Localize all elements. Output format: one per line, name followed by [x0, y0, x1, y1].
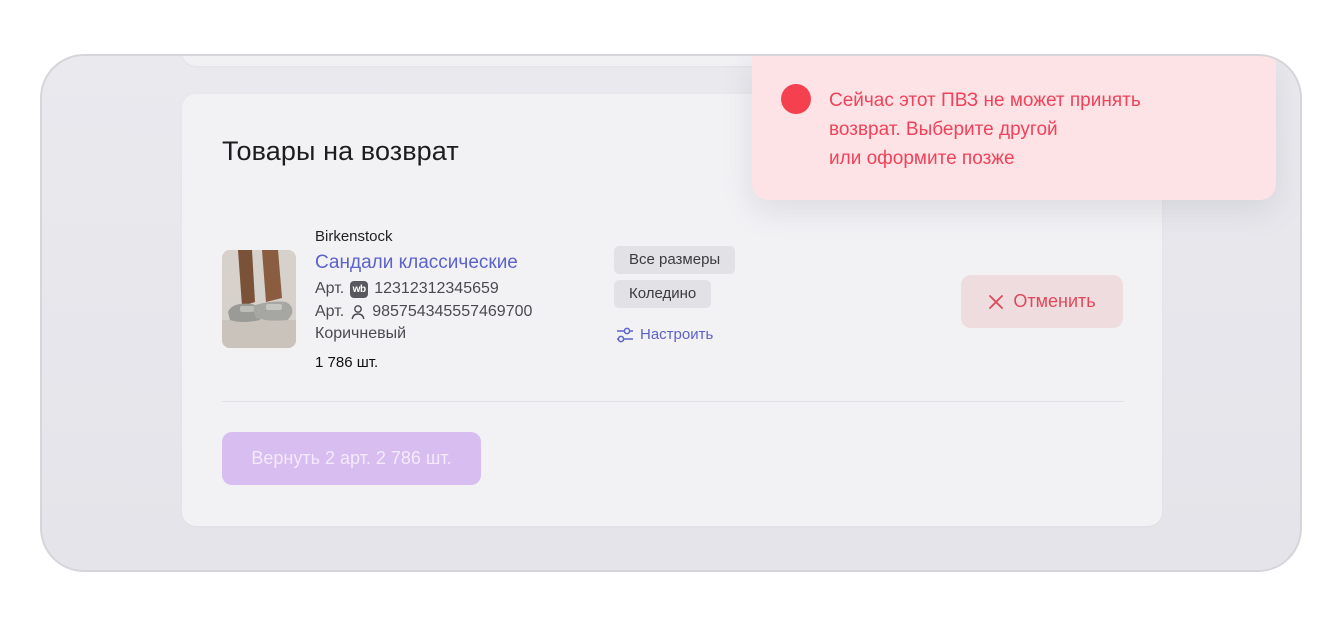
error-message-line: возврат. Выберите другой: [829, 119, 1058, 140]
close-icon: [989, 294, 1004, 309]
wb-article-row: Арт. wb 12312312345659: [315, 280, 499, 298]
user-icon: [351, 305, 365, 320]
error-message-line: Сейчас этот ПВЗ не может принять: [829, 90, 1141, 111]
tag-warehouse: Коледино: [614, 280, 712, 308]
device-frame: Товары на возврат Birkenstock Сандали кл…: [40, 54, 1302, 572]
submit-return-button[interactable]: Вернуть 2 арт. 2 786 шт.: [222, 432, 481, 485]
cancel-label: Отменить: [1013, 291, 1096, 311]
product-thumbnail[interactable]: [222, 250, 296, 348]
product-quantity: 1 786 шт.: [315, 354, 379, 371]
article-label: Арт.: [315, 303, 345, 320]
card-title: Товары на возврат: [222, 136, 459, 166]
seller-article-value: 985754345557469700: [372, 303, 533, 320]
tag-sizes: Все размеры: [614, 246, 736, 274]
wb-article-value: 12312312345659: [374, 280, 499, 297]
error-message-line: или оформите позже: [829, 148, 1015, 169]
product-brand: Birkenstock: [315, 228, 393, 245]
divider: [222, 401, 1124, 402]
error-message: Сейчас этот ПВЗ не может принять возврат…: [829, 86, 1141, 173]
error-toast: Сейчас этот ПВЗ не может принять возврат…: [752, 56, 1276, 200]
product-name-link[interactable]: Сандали классические: [315, 252, 518, 274]
error-dot-icon: [781, 84, 811, 114]
product-color: Коричневый: [315, 325, 407, 342]
seller-article-row: Арт. 985754345557469700: [315, 303, 532, 321]
configure-label: Настроить: [640, 326, 714, 343]
wb-badge-icon: wb: [350, 280, 369, 298]
settings-sliders-icon: [617, 327, 633, 342]
product-image: [222, 250, 296, 348]
cancel-button[interactable]: Отменить: [961, 275, 1123, 328]
configure-button[interactable]: Настроить: [616, 326, 713, 343]
article-label: Арт.: [315, 280, 345, 297]
